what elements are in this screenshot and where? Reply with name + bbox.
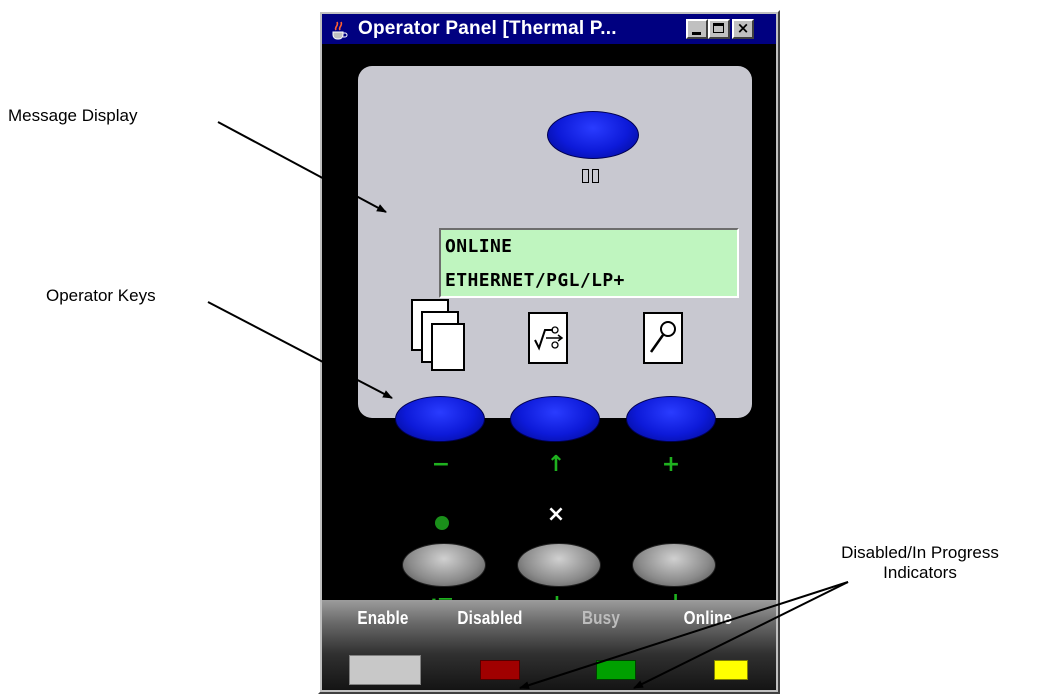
java-cup-icon [332,21,348,40]
callout-indicators-line2: Indicators [883,563,957,582]
search-icon [643,312,683,364]
up-arrow-label: ↑ [546,452,566,477]
maximize-icon [713,23,724,33]
display-area: ONLINE ETHERNET/PGL/LP+ [358,66,752,442]
operator-key-up[interactable] [510,396,600,442]
lcd-line-2: ETHERNET/PGL/LP+ [445,270,625,291]
disabled-indicator [480,660,520,680]
plus-label: + [661,452,681,477]
busy-indicator [596,660,636,680]
minimize-button[interactable] [686,19,708,39]
status-label-busy: Busy [581,608,621,628]
close-button[interactable]: × [732,19,754,39]
menu-key[interactable] [402,543,486,587]
status-bar: Enable Disabled Busy Online [322,600,776,690]
copies-icon [411,299,465,371]
lcd-line-1: ONLINE [445,236,513,257]
callout-indicators-line1: Disabled/In Progress [841,543,999,562]
printer-panel: ONLINE ETHERNET/PGL/LP+ − ↑ + × Enable D… [322,44,776,690]
status-dot-icon [435,516,449,530]
online-indicator [714,660,748,680]
callout-operator-keys: Operator Keys [46,286,156,305]
operator-panel-window: Operator Panel [Thermal P... × ONLINE ET… [318,10,780,694]
callout-indicators: Disabled/In Progress Indicators [800,543,1039,583]
callout-message-display: Message Display [8,106,138,125]
close-icon: × [736,19,750,37]
message-display: ONLINE ETHERNET/PGL/LP+ [439,228,739,298]
operator-key-minus[interactable] [395,396,485,442]
status-label-disabled: Disabled [457,608,523,628]
calibrate-icon [528,312,568,364]
enter-key[interactable] [632,543,716,587]
down-key[interactable] [517,543,601,587]
status-label-online: Online [683,608,733,628]
cancel-icon: × [546,502,566,527]
pause-icon [582,169,602,185]
title-bar[interactable]: Operator Panel [Thermal P... × [322,14,776,44]
maximize-button[interactable] [708,19,730,39]
window-title: Operator Panel [Thermal P... [358,18,617,39]
status-label-enable: Enable [357,608,409,628]
enable-indicator [349,655,421,685]
minimize-icon [692,32,701,35]
pause-key[interactable] [547,111,639,159]
minus-label: − [431,452,451,477]
operator-key-plus[interactable] [626,396,716,442]
